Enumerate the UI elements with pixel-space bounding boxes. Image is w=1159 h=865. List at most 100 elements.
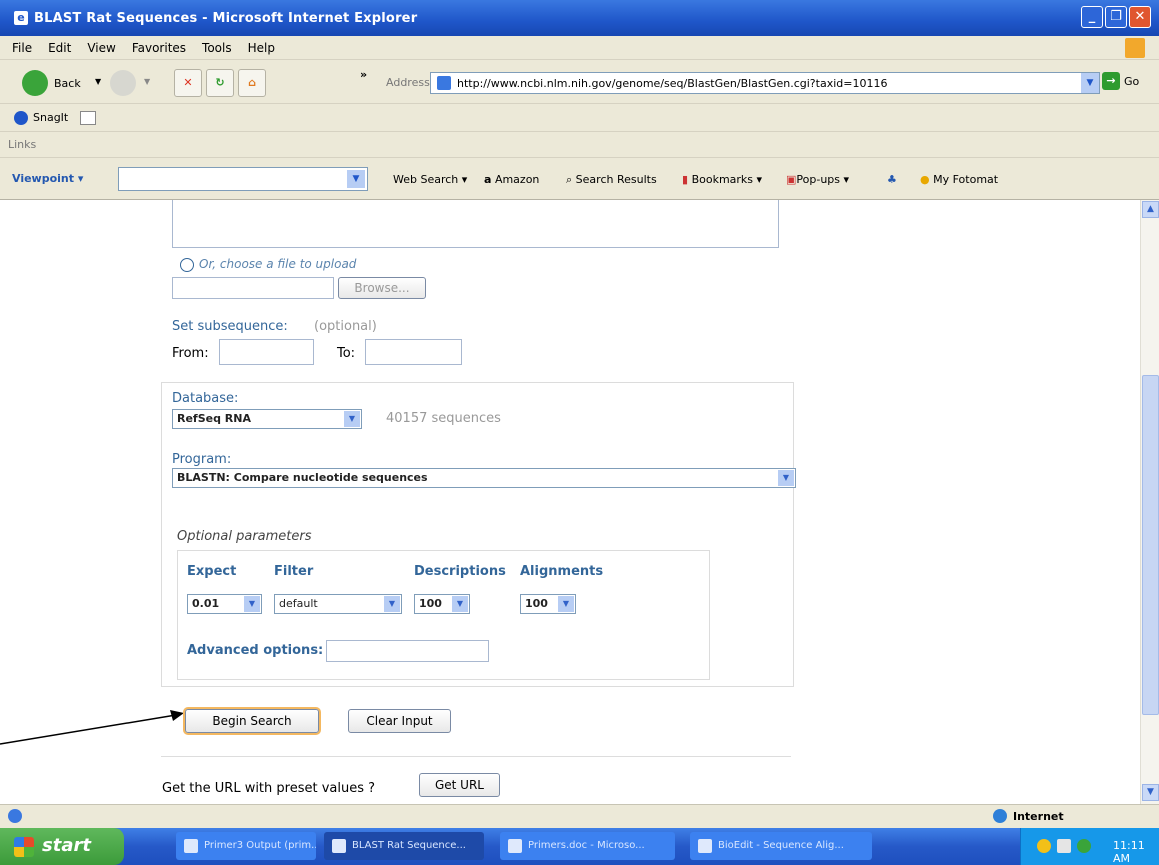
popups-button[interactable]: ▣Pop-ups ▾ (786, 173, 849, 186)
task-blast-rat-sequence[interactable]: BLAST Rat Sequence... (324, 832, 484, 860)
internet-zone-icon (993, 809, 1007, 823)
popups-icon: ▣ (786, 173, 797, 186)
capture-icon[interactable] (80, 110, 97, 125)
menu-favorites[interactable]: Favorites (132, 41, 186, 55)
advanced-options-input[interactable] (326, 640, 489, 662)
minimize-button[interactable]: _ (1081, 6, 1103, 28)
scroll-down-icon[interactable]: ▼ (1142, 784, 1159, 801)
filter-select[interactable]: default ▼ (274, 594, 402, 614)
subsequence-label: Set subsequence: (172, 319, 288, 334)
filter-label: Filter (274, 564, 314, 579)
task-label: Primers.doc - Microso... (528, 840, 645, 851)
toolbar: Back ▼ ▼ ✕ ↻ ⌂ » Address http://www.ncbi… (0, 60, 1159, 104)
get-url-button[interactable]: Get URL (419, 773, 500, 797)
menu-tools[interactable]: Tools (202, 41, 232, 55)
address-dropdown-icon[interactable]: ▼ (1081, 73, 1099, 93)
optional-parameters-heading: Optional parameters (177, 529, 312, 544)
messenger-icon[interactable]: ♣ (887, 173, 897, 186)
viewpoint-label: Viewpoint (12, 172, 75, 185)
vertical-scrollbar[interactable]: ▲ ▼ (1140, 200, 1159, 804)
search-results-label: Search Results (575, 173, 657, 186)
tray-icon[interactable] (1077, 839, 1091, 853)
title-bar: e BLAST Rat Sequences - Microsoft Intern… (0, 0, 1159, 36)
address-label: Address (386, 76, 430, 89)
sequence-textarea[interactable] (172, 200, 779, 248)
stop-icon[interactable]: ✕ (174, 69, 202, 97)
url-prompt: Get the URL with preset values ? (162, 781, 376, 796)
alignments-select[interactable]: 100 ▼ (520, 594, 576, 614)
go-label: Go (1124, 74, 1140, 88)
links-bar: Links (0, 132, 1159, 158)
from-input[interactable] (219, 339, 314, 365)
to-input[interactable] (365, 339, 462, 365)
fotomat-icon: ● (920, 173, 930, 186)
go-arrow-icon: → (1102, 72, 1120, 90)
expect-select[interactable]: 0.01 ▼ (187, 594, 262, 614)
back-dropdown-icon[interactable]: ▼ (95, 77, 101, 86)
forward-dropdown-icon[interactable]: ▼ (144, 77, 150, 86)
sequence-count: 40157 sequences (386, 411, 501, 426)
amazon-icon: a (484, 173, 492, 186)
window-title: BLAST Rat Sequences - Microsoft Internet… (34, 10, 418, 26)
database-value: RefSeq RNA (177, 412, 251, 425)
system-tray: 11:11 AM (1020, 828, 1159, 865)
search-results-link[interactable]: ⌕ Search Results (566, 173, 657, 187)
program-select[interactable]: BLASTN: Compare nucleotide sequences ▼ (172, 468, 796, 488)
chevron-down-icon: ▼ (384, 596, 400, 612)
menu-edit[interactable]: Edit (48, 41, 71, 55)
upload-radio[interactable] (180, 258, 194, 272)
taskbar: start Primer3 Output (prim... BLAST Rat … (0, 828, 1159, 865)
menu-bar: File Edit View Favorites Tools Help (0, 36, 1159, 60)
clear-input-button[interactable]: Clear Input (348, 709, 451, 733)
links-label[interactable]: Links (8, 138, 36, 151)
browse-button[interactable]: Browse... (338, 277, 426, 299)
address-url: http://www.ncbi.nlm.nih.gov/genome/seq/B… (457, 76, 888, 90)
address-bar[interactable]: http://www.ncbi.nlm.nih.gov/genome/seq/B… (430, 72, 1100, 94)
scroll-up-icon[interactable]: ▲ (1142, 201, 1159, 218)
close-button[interactable]: ✕ (1129, 6, 1151, 28)
descriptions-select[interactable]: 100 ▼ (414, 594, 470, 614)
restore-button[interactable]: ❐ (1105, 6, 1127, 28)
filter-value: default (279, 597, 318, 610)
arrow-annotation (0, 710, 184, 745)
toolbar-chevron[interactable]: » (360, 68, 367, 81)
back-button-label[interactable]: Back (54, 77, 81, 90)
scroll-thumb[interactable] (1142, 375, 1159, 715)
refresh-icon[interactable]: ↻ (206, 69, 234, 97)
search-dropdown-icon[interactable]: ▼ (347, 170, 365, 188)
snagit-button[interactable]: SnagIt (33, 111, 68, 124)
web-search-label: Web Search (393, 173, 459, 186)
home-icon[interactable]: ⌂ (238, 69, 266, 97)
file-path-input[interactable] (172, 277, 334, 299)
task-label: BLAST Rat Sequence... (352, 840, 466, 851)
viewpoint-button[interactable]: Viewpoint ▾ (12, 172, 83, 185)
tray-icon[interactable] (1057, 839, 1071, 853)
expect-value: 0.01 (192, 597, 220, 610)
web-search-button[interactable]: Web Search ▾ (393, 173, 467, 186)
descriptions-value: 100 (419, 597, 442, 610)
fotomat-link[interactable]: ● My Fotomat (920, 173, 998, 186)
database-select[interactable]: RefSeq RNA ▼ (172, 409, 362, 429)
menu-view[interactable]: View (87, 41, 115, 55)
alignments-value: 100 (525, 597, 548, 610)
task-primers-doc[interactable]: Primers.doc - Microso... (500, 832, 675, 860)
expect-label: Expect (187, 564, 237, 579)
back-arrow-icon[interactable] (22, 70, 48, 96)
begin-search-button[interactable]: Begin Search (185, 709, 319, 733)
forward-arrow-icon[interactable] (110, 70, 136, 96)
bookmarks-button[interactable]: ▮ Bookmarks ▾ (682, 173, 762, 186)
viewpoint-search-input[interactable]: ▼ (118, 167, 368, 191)
amazon-link[interactable]: a Amazon (484, 173, 539, 186)
tray-icon[interactable] (1037, 839, 1051, 853)
ie-icon: e (14, 11, 28, 25)
menu-file[interactable]: File (12, 41, 32, 55)
task-primer3-output[interactable]: Primer3 Output (prim... (176, 832, 316, 860)
ie-icon (184, 839, 198, 853)
task-bioedit[interactable]: BioEdit - Sequence Alig... (690, 832, 872, 860)
viewpoint-toolbar: Viewpoint ▾ ▼ Web Search ▾ a Amazon ⌕ Se… (0, 158, 1159, 200)
go-button[interactable]: → Go (1102, 72, 1139, 90)
menu-help[interactable]: Help (248, 41, 275, 55)
chevron-down-icon: ▼ (452, 596, 468, 612)
subsequence-optional: (optional) (314, 319, 377, 334)
start-button[interactable]: start (0, 828, 124, 865)
